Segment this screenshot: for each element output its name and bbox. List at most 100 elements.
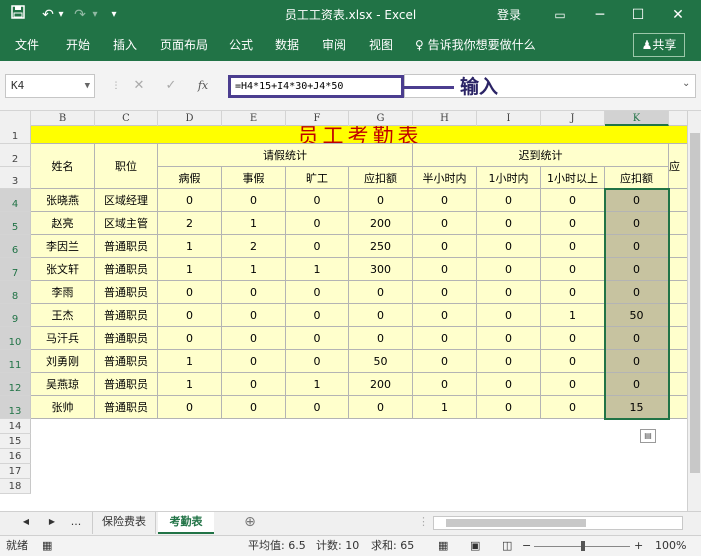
insert-function-icon[interactable]: fx [192,74,214,98]
data-cell[interactable]: 赵亮 [31,212,95,235]
deduction-result-cell[interactable]: 0 [605,258,669,281]
data-cell[interactable]: 0 [222,327,286,350]
data-cell[interactable]: 普通职员 [95,327,158,350]
data-cell[interactable]: 0 [222,304,286,327]
ribbon-display-options-icon[interactable]: ▭ [542,0,578,31]
data-cell[interactable]: 0 [158,396,222,419]
next-sheet-icon[interactable]: ▶ [44,512,60,534]
data-cell[interactable]: 200 [349,212,413,235]
tab-page-layout[interactable]: 页面布局 [160,31,208,61]
more-sheets-button[interactable]: ... [66,512,86,534]
deduction-result-cell[interactable]: 50 [605,304,669,327]
column-header-f[interactable]: F [286,111,349,126]
subheader-cell[interactable]: 1小时以上 [541,167,605,189]
data-cell[interactable]: 0 [477,304,541,327]
row-header-11[interactable]: 11 [0,350,31,373]
data-cell[interactable]: 0 [349,281,413,304]
column-header-k[interactable]: K [605,111,669,126]
column-header-j[interactable]: J [541,111,605,126]
data-cell[interactable]: 0 [158,281,222,304]
row-header-13[interactable]: 13 [0,396,31,419]
subheader-cell[interactable]: 应扣额 [605,167,669,189]
data-cell[interactable]: 0 [349,396,413,419]
tab-insurance-sheet[interactable]: 保险费表 [92,512,156,534]
row-header-4[interactable]: 4 [0,189,31,212]
row-header-10[interactable]: 10 [0,327,31,350]
deduction-result-cell[interactable]: 15 [605,396,669,419]
data-cell[interactable]: 0 [222,373,286,396]
subheader-cell[interactable]: 半小时内 [413,167,477,189]
data-cell[interactable]: 0 [349,189,413,212]
zoom-slider-thumb[interactable] [581,541,585,551]
header-position-cell[interactable]: 职位 [95,144,158,189]
column-header-g[interactable]: G [349,111,413,126]
row-header-14[interactable]: 14 [0,419,31,434]
tab-file[interactable]: 文件 [15,31,39,61]
restore-button[interactable]: ☐ [620,0,656,31]
tab-home[interactable]: 开始 [66,31,90,61]
deduction-result-cell[interactable]: 0 [605,212,669,235]
subheader-cell[interactable]: 1小时内 [477,167,541,189]
subheader-cell[interactable]: 事假 [222,167,286,189]
data-cell[interactable]: 0 [541,281,605,304]
data-cell[interactable]: 1 [541,304,605,327]
data-cell[interactable]: 0 [286,304,349,327]
data-cell[interactable]: 0 [477,350,541,373]
row-header-1[interactable]: 1 [0,126,31,144]
column-header-e[interactable]: E [222,111,286,126]
data-cell[interactable]: 0 [541,258,605,281]
data-cell[interactable]: 0 [413,212,477,235]
data-cell[interactable]: 0 [349,304,413,327]
subheader-cell[interactable]: 旷工 [286,167,349,189]
data-cell[interactable]: 50 [349,350,413,373]
deduction-result-cell[interactable]: 0 [605,327,669,350]
data-cell[interactable]: 0 [541,373,605,396]
minimize-button[interactable]: ─ [582,0,618,31]
undo-dropdown-icon[interactable]: ▾ [56,5,66,25]
data-cell[interactable]: 0 [349,327,413,350]
data-cell[interactable]: 普通职员 [95,258,158,281]
data-cell[interactable]: 0 [541,189,605,212]
row-header-15[interactable]: 15 [0,434,31,449]
data-cell[interactable]: 0 [286,327,349,350]
normal-view-icon[interactable]: ▦ [438,536,448,556]
data-cell[interactable]: 0 [477,189,541,212]
column-header-d[interactable]: D [158,111,222,126]
data-cell[interactable]: 0 [222,281,286,304]
row-header-7[interactable]: 7 [0,258,31,281]
data-cell[interactable]: 0 [286,350,349,373]
data-cell[interactable]: 1 [222,258,286,281]
data-cell[interactable]: 300 [349,258,413,281]
data-cell[interactable]: 200 [349,373,413,396]
deduction-result-cell[interactable]: 0 [605,281,669,304]
row-header-12[interactable]: 12 [0,373,31,396]
data-cell[interactable]: 0 [158,327,222,350]
data-cell[interactable]: 0 [413,373,477,396]
data-cell[interactable]: 0 [413,189,477,212]
data-cell[interactable]: 普通职员 [95,235,158,258]
data-cell[interactable]: 刘勇刚 [31,350,95,373]
tab-view[interactable]: 视图 [369,31,393,61]
data-cell[interactable]: 0 [477,396,541,419]
data-cell[interactable]: 区域主管 [95,212,158,235]
row-header-8[interactable]: 8 [0,281,31,304]
header-leave-group-cell[interactable]: 请假统计 [158,144,413,167]
row-header-2[interactable]: 2 [0,144,31,167]
data-cell[interactable]: 0 [477,327,541,350]
data-cell[interactable]: 0 [158,189,222,212]
data-cell[interactable]: 0 [541,350,605,373]
add-sheet-icon[interactable]: ⊕ [240,512,260,534]
chevron-down-icon[interactable]: ▼ [85,75,90,97]
data-cell[interactable]: 马汗兵 [31,327,95,350]
deduction-result-cell[interactable]: 0 [605,350,669,373]
expand-formula-bar-icon[interactable]: ⌄ [682,78,690,89]
data-cell[interactable]: 李雨 [31,281,95,304]
zoom-in-button[interactable]: + [634,536,643,556]
tab-insert[interactable]: 插入 [113,31,137,61]
sheet-title-cell[interactable]: 员工考勤表 [31,126,690,144]
data-cell[interactable]: 0 [477,212,541,235]
row-header-17[interactable]: 17 [0,464,31,479]
data-cell[interactable]: 张帅 [31,396,95,419]
data-cell[interactable]: 0 [477,235,541,258]
horizontal-scroll-thumb[interactable] [446,519,586,527]
